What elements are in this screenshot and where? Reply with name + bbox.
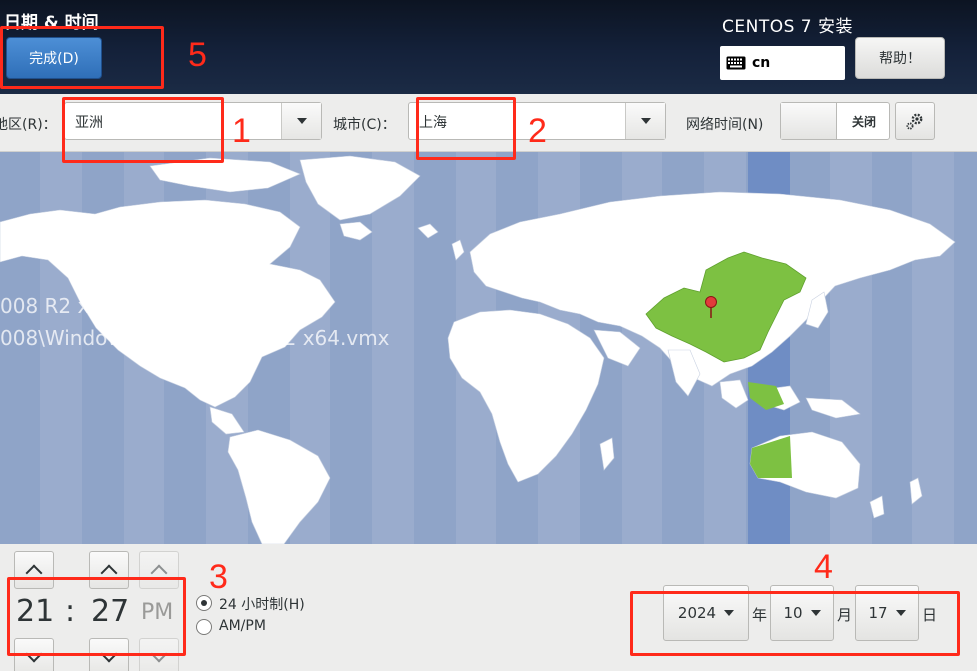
annotation-box-5 [0,26,164,89]
chevron-down-icon [296,118,307,124]
help-button[interactable]: 帮助！ [855,37,945,79]
annotation-box-3 [7,577,186,656]
city-dropdown-button[interactable] [625,103,665,139]
format-ampm-radio[interactable] [196,619,212,635]
annotation-box-1 [62,97,224,163]
background-window-text: 008\Windows Server 2008 R2 x64.vmx [0,326,390,350]
format-24h-radio[interactable] [196,595,212,611]
annotation-number-1: 1 [232,112,251,150]
region-dropdown-button[interactable] [281,103,321,139]
format-24h-label: 24 小时制(H) [219,597,305,613]
city-label: 城市(C)： [333,117,396,133]
annotation-box-4 [630,591,960,656]
ntp-label: 网络时间(N) [686,117,764,133]
region-label: 地区(R)： [0,117,57,133]
keyboard-icon [726,56,746,70]
annotation-number-3: 3 [209,558,228,596]
keyboard-layout-indicator[interactable]: cn [720,46,845,80]
annotation-number-4: 4 [814,548,833,586]
timezone-map[interactable]: 008 R2 x64 008\Windows Server 2008 R2 x6… [0,152,977,544]
annotation-number-2: 2 [528,112,547,150]
ntp-config-button[interactable] [895,102,935,140]
background-window-text: 008 R2 x64 [0,294,115,318]
gear-icon [906,113,923,130]
install-title: CENTOS 7 安装 [722,17,854,37]
ntp-toggle[interactable]: 关闭 [780,102,890,140]
ntp-toggle-knob[interactable] [781,103,837,139]
format-ampm-label: AM/PM [219,618,266,634]
chevron-down-icon [640,118,651,124]
keyboard-layout-label: cn [752,55,771,71]
annotation-number-5: 5 [188,36,207,74]
annotation-box-2 [416,97,516,160]
ntp-toggle-state: 关闭 [851,115,876,129]
